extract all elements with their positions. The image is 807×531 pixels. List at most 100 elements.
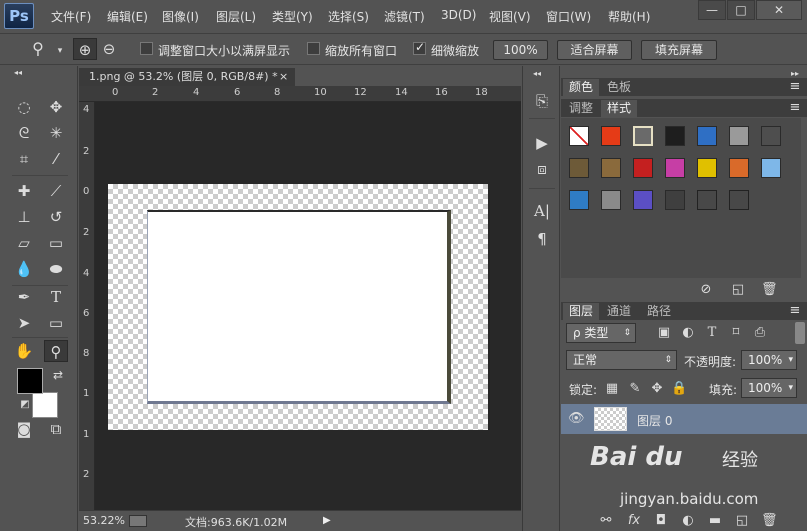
- paragraph-panel-icon[interactable]: ¶: [531, 228, 553, 250]
- opacity-input[interactable]: 100% ▾: [741, 350, 797, 370]
- filter-smart-object-icon[interactable]: ⎙: [752, 325, 768, 341]
- menu-select[interactable]: 选择(S): [328, 8, 369, 25]
- style-swatch-glow-red[interactable]: [601, 126, 621, 146]
- new-adjustment-layer-icon[interactable]: ◐: [680, 513, 696, 529]
- style-swatch-wood-dark[interactable]: [569, 158, 589, 178]
- style-swatch-dark-button[interactable]: [665, 126, 685, 146]
- style-swatch-checker[interactable]: [601, 190, 621, 210]
- panel-menu-icon[interactable]: ≡: [787, 79, 803, 95]
- lasso-tool-icon[interactable]: ᘓ: [12, 122, 36, 144]
- tab-swatches[interactable]: 色板: [601, 79, 637, 96]
- lock-transparent-icon[interactable]: ▦: [604, 381, 620, 397]
- fit-screen-button[interactable]: 适合屏幕: [557, 40, 632, 60]
- document-tab-close-icon[interactable]: ×: [279, 68, 288, 86]
- magic-wand-tool-icon[interactable]: ✳: [44, 122, 68, 144]
- layer-name[interactable]: 图层 0: [637, 412, 672, 429]
- filter-pixel-icon[interactable]: ▣: [656, 325, 672, 341]
- dodge-tool-icon[interactable]: ⬬: [44, 258, 68, 280]
- tab-styles[interactable]: 样式: [601, 100, 638, 117]
- zoom-level[interactable]: 53.22%: [83, 514, 125, 527]
- clear-style-icon[interactable]: ⊘: [698, 282, 714, 298]
- filter-shape-icon[interactable]: ⌑: [728, 325, 744, 341]
- filter-type-icon[interactable]: T: [704, 325, 720, 341]
- style-swatch-purple-blue[interactable]: [633, 190, 653, 210]
- style-swatch-empty-dark[interactable]: [665, 190, 685, 210]
- document-image[interactable]: [108, 184, 488, 430]
- maximize-button[interactable]: □: [727, 0, 755, 20]
- tab-adjustments[interactable]: 调整: [563, 100, 599, 117]
- menu-file[interactable]: 文件(F): [51, 8, 91, 25]
- lock-all-icon[interactable]: 🔒: [671, 381, 687, 397]
- marquee-tool-icon[interactable]: ◌: [12, 96, 36, 118]
- zoom-all-windows-checkbox[interactable]: [307, 42, 320, 55]
- menu-image[interactable]: 图像(I): [162, 8, 199, 25]
- delete-style-icon[interactable]: 🗑: [761, 282, 778, 298]
- blend-mode-select[interactable]: 正常 ⇕: [566, 350, 677, 370]
- actions-panel-icon[interactable]: ▶: [531, 132, 553, 154]
- menu-filter[interactable]: 滤镜(T): [384, 8, 425, 25]
- brush-tool-icon[interactable]: ⟋: [44, 180, 68, 202]
- zoom-out-icon[interactable]: ⊖: [97, 38, 121, 60]
- fill-screen-button[interactable]: 填充屏幕: [641, 40, 717, 60]
- tab-channels[interactable]: 通道: [601, 303, 637, 320]
- blur-tool-icon[interactable]: 💧: [12, 258, 36, 280]
- style-swatch-empty-outline[interactable]: [697, 190, 717, 210]
- new-group-icon[interactable]: ▬: [707, 513, 723, 529]
- path-selection-tool-icon[interactable]: ➤: [12, 312, 36, 334]
- actual-pixels-button[interactable]: 100%: [493, 40, 548, 60]
- 3d-panel-icon[interactable]: ⧈: [531, 158, 553, 180]
- fill-input[interactable]: 100% ▾: [741, 378, 797, 398]
- tab-color[interactable]: 颜色: [563, 79, 600, 96]
- horizontal-ruler[interactable]: 0 2 4 6 8 10 12 14 16 18: [79, 86, 521, 102]
- panel-menu-icon[interactable]: ≡: [787, 303, 803, 319]
- tab-layers[interactable]: 图层: [563, 303, 600, 320]
- character-panel-icon[interactable]: A|: [531, 200, 553, 222]
- menu-help[interactable]: 帮助(H): [608, 8, 650, 25]
- collapse-arrows-icon[interactable]: ◂◂: [529, 66, 545, 82]
- layer-filter-kind-select[interactable]: ρ 类型 ⇕: [566, 323, 636, 343]
- style-swatch-empty-outline-2[interactable]: [729, 190, 749, 210]
- healing-brush-tool-icon[interactable]: ✚: [12, 180, 36, 202]
- resize-windows-checkbox[interactable]: [140, 42, 153, 55]
- hand-tool-icon[interactable]: ✋: [12, 340, 36, 362]
- clone-stamp-tool-icon[interactable]: ⊥: [12, 206, 36, 228]
- swap-colors-icon[interactable]: ⇄: [46, 364, 70, 386]
- chevron-down-icon[interactable]: ▾: [788, 379, 793, 397]
- status-menu-arrow-icon[interactable]: ▶: [323, 515, 331, 526]
- style-swatch-light-blue[interactable]: [761, 158, 781, 178]
- pen-tool-icon[interactable]: ✒: [12, 286, 36, 308]
- foreground-color-swatch[interactable]: [17, 368, 43, 394]
- eyedropper-tool-icon[interactable]: ⁄: [44, 148, 68, 170]
- status-preview-icon[interactable]: [129, 515, 147, 527]
- filter-adjustment-icon[interactable]: ◐: [680, 325, 696, 341]
- document-tab[interactable]: 1.png @ 53.2% (图层 0, RGB/8#) * ×: [79, 68, 295, 86]
- style-swatch-dark-metal[interactable]: [761, 126, 781, 146]
- style-swatch-sunset[interactable]: [569, 190, 589, 210]
- chevron-down-icon[interactable]: ▾: [788, 351, 793, 369]
- style-swatch-none[interactable]: [569, 126, 589, 146]
- gradient-tool-icon[interactable]: ▭: [44, 232, 68, 254]
- vertical-ruler[interactable]: 4 2 0 2 4 6 8 1 1 2: [79, 102, 95, 510]
- scrubby-zoom-checkbox[interactable]: [413, 40, 426, 55]
- new-layer-icon[interactable]: ◱: [734, 513, 750, 529]
- delete-layer-icon[interactable]: 🗑: [761, 513, 778, 529]
- eye-icon[interactable]: 👁: [568, 411, 585, 427]
- style-swatch-frame-grey[interactable]: [633, 126, 653, 146]
- crop-tool-icon[interactable]: ⌗: [12, 148, 36, 170]
- lock-position-icon[interactable]: ✥: [649, 381, 665, 397]
- style-swatch-orange-gradient[interactable]: [729, 158, 749, 178]
- default-colors-icon[interactable]: ◩: [13, 394, 37, 416]
- canvas-area[interactable]: [95, 102, 521, 510]
- style-swatch-silver[interactable]: [729, 126, 749, 146]
- history-brush-tool-icon[interactable]: ↺: [44, 206, 68, 228]
- tab-paths[interactable]: 路径: [641, 303, 677, 320]
- history-panel-icon[interactable]: ⎘: [531, 90, 553, 112]
- menu-layer[interactable]: 图层(L): [216, 8, 256, 25]
- layer-row[interactable]: 👁 图层 0: [561, 404, 807, 434]
- menu-type[interactable]: 类型(Y): [272, 8, 313, 25]
- menu-window[interactable]: 窗口(W): [546, 8, 591, 25]
- style-swatch-blue-glass[interactable]: [697, 126, 717, 146]
- add-mask-icon[interactable]: ◘: [653, 513, 669, 529]
- type-tool-icon[interactable]: T: [44, 286, 68, 308]
- collapse-arrows-icon[interactable]: ◂◂: [6, 66, 30, 80]
